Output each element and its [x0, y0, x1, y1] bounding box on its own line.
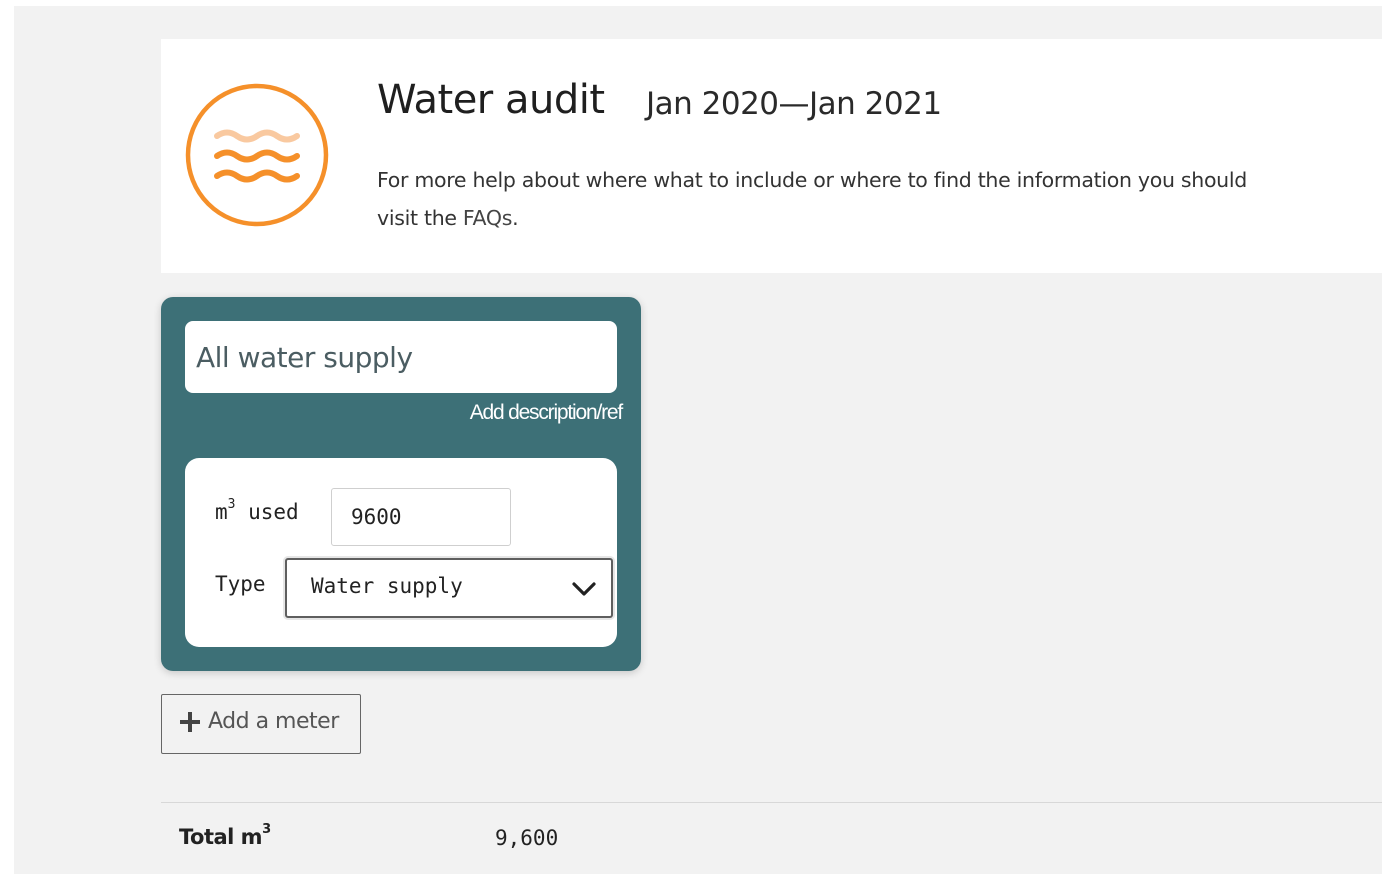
help-text-tail: . [512, 206, 519, 230]
chevron-down-icon [572, 582, 596, 596]
type-select[interactable]: Water supply [285, 558, 613, 618]
plus-icon [180, 712, 200, 732]
total-value: 9,600 [495, 826, 559, 850]
total-label-text: Total m [179, 825, 263, 849]
used-suffix: used [235, 500, 299, 524]
m3-used-input[interactable] [331, 488, 511, 546]
page-title: Water audit [377, 77, 605, 123]
used-unit: m [215, 500, 228, 524]
add-meter-label: Add a meter [208, 709, 339, 734]
faq-link[interactable]: FAQs [463, 206, 513, 230]
divider [161, 802, 1382, 803]
add-description-link[interactable]: Add description/ref [470, 401, 623, 425]
audit-period: Jan 2020—Jan 2021 [646, 86, 942, 122]
total-label-sup: 3 [262, 822, 271, 837]
type-label: Type [215, 572, 266, 596]
page-background: Water audit Jan 2020—Jan 2021 For more h… [14, 6, 1382, 874]
total-label: Total m3 [179, 822, 271, 849]
type-select-value: Water supply [311, 574, 463, 598]
header-card: Water audit Jan 2020—Jan 2021 For more h… [161, 39, 1382, 273]
meter-card: Add description/ref m3 used Type Water s… [161, 297, 641, 671]
help-text: For more help about where what to includ… [377, 161, 1277, 237]
meter-details-panel: m3 used Type Water supply [185, 458, 617, 647]
add-meter-button[interactable]: Add a meter [161, 694, 361, 754]
used-unit-sup: 3 [227, 497, 236, 512]
meter-name-input[interactable] [185, 321, 617, 393]
m3-used-label: m3 used [215, 497, 299, 524]
water-waves-icon [185, 83, 329, 227]
